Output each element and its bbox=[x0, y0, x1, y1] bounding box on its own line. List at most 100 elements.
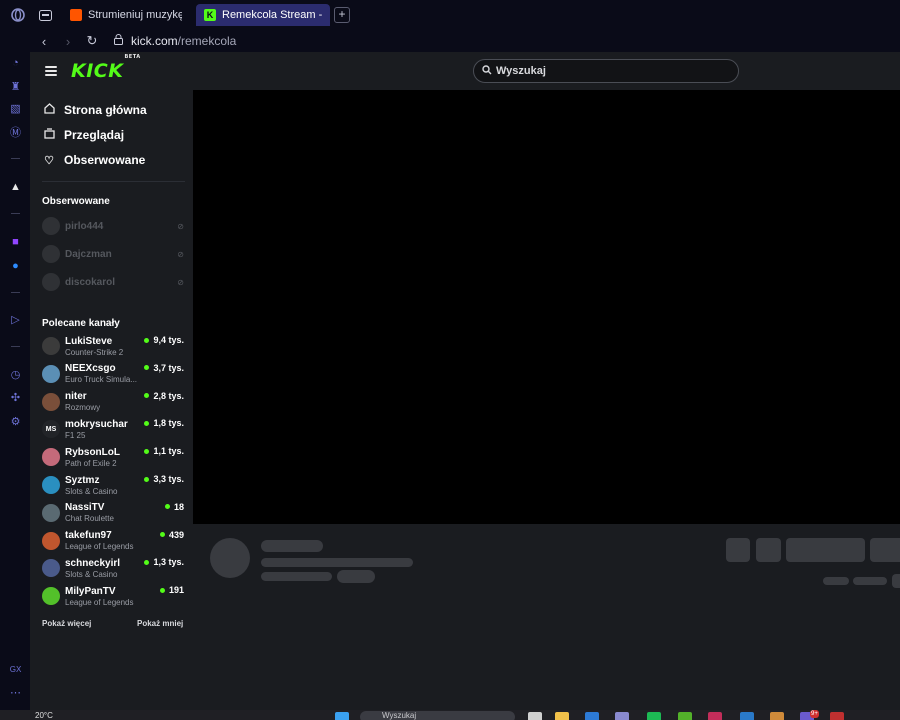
live-dot-icon bbox=[159, 587, 165, 593]
gx-corner-icon[interactable]: ▧ bbox=[8, 101, 23, 116]
task-view-icon[interactable] bbox=[528, 712, 542, 720]
edge-icon[interactable] bbox=[585, 712, 599, 720]
heart-icon: ♡ bbox=[44, 154, 54, 167]
app-icon[interactable] bbox=[615, 712, 629, 720]
avatar bbox=[42, 245, 60, 263]
tab-soundcloud[interactable]: Strumieniuj muzykę artyst bbox=[62, 4, 190, 26]
recommended-channel[interactable]: niter Rozmowy 2,8 tys. bbox=[42, 390, 184, 414]
channel-name: RybsonLoL bbox=[65, 446, 120, 458]
recommended-channel[interactable]: MilyPanTV League of Legends 191 bbox=[42, 584, 184, 608]
history-icon[interactable]: ◷ bbox=[8, 367, 23, 382]
skeleton-line bbox=[853, 577, 887, 585]
recommended-channel[interactable]: Syztmz Slots & Casino 3,3 tys. bbox=[42, 473, 184, 497]
twitch-icon[interactable]: ■ bbox=[8, 234, 23, 249]
nav-browse[interactable]: Przeglądaj bbox=[42, 125, 187, 145]
recommended-channel[interactable]: NassiTV Chat Roulette 18 bbox=[42, 501, 184, 525]
viewer-count: 1,1 tys. bbox=[144, 446, 184, 456]
sidebar-divider bbox=[42, 181, 185, 182]
viewer-count: 439 bbox=[159, 529, 184, 540]
channel-category: Slots & Casino bbox=[65, 486, 118, 496]
sidebar-divider bbox=[11, 213, 20, 214]
viewer-count-text: 3,7 tys. bbox=[153, 362, 184, 373]
nav-following[interactable]: ♡ Obserwowane bbox=[42, 150, 187, 170]
channel-category: Rozmowy bbox=[65, 403, 101, 413]
back-button[interactable]: ‹ bbox=[34, 34, 54, 49]
kick-logo[interactable]: KICKBETA bbox=[71, 54, 141, 82]
followed-channel[interactable]: pirlo444 ⊘ bbox=[42, 216, 184, 236]
live-dot-icon bbox=[144, 393, 150, 399]
recommended-channel[interactable]: RybsonLoL Path of Exile 2 1,1 tys. bbox=[42, 445, 184, 469]
forward-button[interactable]: › bbox=[58, 34, 78, 49]
spotify-icon[interactable] bbox=[647, 712, 661, 720]
show-less-button[interactable]: Pokaż mniej bbox=[137, 619, 183, 628]
browse-icon bbox=[42, 128, 56, 142]
settings-gear-icon[interactable]: ⚙ bbox=[8, 414, 23, 429]
skeleton-line bbox=[261, 558, 413, 567]
avatar bbox=[42, 559, 60, 578]
app-icon[interactable] bbox=[740, 712, 754, 720]
opera-gx-logo-icon[interactable] bbox=[9, 6, 27, 24]
url-field[interactable]: kick.com/remekcola bbox=[114, 34, 236, 48]
app-icon[interactable] bbox=[678, 712, 692, 720]
live-dot-icon bbox=[164, 504, 170, 510]
gx-mods-icon[interactable]: Ⓜ bbox=[8, 124, 23, 139]
app-icon[interactable] bbox=[770, 712, 784, 720]
player-icon[interactable]: ▷ bbox=[8, 312, 23, 327]
opera-gx-taskbar-icon[interactable] bbox=[708, 712, 722, 720]
viewer-count-text: 3,3 tys. bbox=[153, 474, 184, 484]
skeleton-line bbox=[261, 572, 332, 581]
viewer-count: 18 bbox=[164, 502, 184, 512]
avatar: MS bbox=[42, 420, 60, 439]
viewer-count-text: 191 bbox=[168, 585, 184, 596]
sidebar-divider bbox=[11, 158, 20, 159]
more-dots-icon[interactable]: ⋯ bbox=[8, 685, 23, 700]
channel-name: pirlo444 bbox=[65, 220, 104, 232]
skeleton-button bbox=[786, 538, 865, 562]
channel-category: League of Legends bbox=[65, 542, 134, 552]
viewer-count: 3,7 tys. bbox=[144, 363, 184, 373]
bot-icon[interactable]: ♜ bbox=[8, 79, 23, 94]
new-tab-button[interactable]: + bbox=[334, 7, 350, 23]
skeleton-button bbox=[726, 538, 750, 562]
avatar bbox=[42, 392, 60, 411]
taskbar-search-text: Wyszukaj bbox=[382, 711, 417, 720]
menu-hamburger-icon[interactable] bbox=[45, 66, 57, 76]
recommended-channel[interactable]: LukiSteve Counter-Strike 2 9,4 tys. bbox=[42, 334, 184, 358]
followed-channel[interactable]: Dajczman ⊘ bbox=[42, 244, 184, 264]
kick-app-icon[interactable]: ▲ bbox=[8, 179, 23, 194]
windows-start-icon[interactable] bbox=[335, 712, 349, 720]
file-explorer-icon[interactable] bbox=[555, 712, 569, 720]
channel-info: MilyPanTV League of Legends bbox=[65, 586, 160, 607]
nav-label: Przeglądaj bbox=[64, 128, 125, 142]
browser-sidebar: ◔ ♜ ▧ Ⓜ ▲ ■ ● ▷ ◷ ✣ ⚙ GX ⋯ bbox=[0, 30, 30, 710]
speed-dial-icon[interactable]: ◔ bbox=[8, 55, 23, 70]
app-icon[interactable] bbox=[830, 712, 844, 720]
recommended-channel[interactable]: schneckyirl Slots & Casino 1,3 tys. bbox=[42, 556, 184, 580]
taskbar-search-input[interactable]: Wyszukaj bbox=[360, 711, 515, 720]
skeleton-pill bbox=[337, 570, 375, 583]
tab-kick-active[interactable]: K Remekcola Stream - Watc bbox=[196, 4, 330, 26]
show-more-button[interactable]: Pokaż więcej bbox=[42, 619, 91, 628]
reload-button[interactable]: ↻ bbox=[82, 33, 102, 49]
channel-info: niter Rozmowy bbox=[65, 391, 144, 412]
messenger-icon[interactable]: ● bbox=[8, 258, 23, 273]
viewer-count: 191 bbox=[159, 585, 184, 596]
tab-label: Strumieniuj muzykę artyst bbox=[88, 9, 182, 21]
recommended-channel[interactable]: takefun97 League of Legends 439 bbox=[42, 529, 184, 553]
gx-badge-icon[interactable]: GX bbox=[8, 662, 23, 677]
channel-name: niter bbox=[65, 391, 87, 403]
channel-name: NEEXcsgo bbox=[65, 363, 116, 375]
recommended-channel[interactable]: NEEXcsgo Euro Truck Simula... 3,7 tys. bbox=[42, 362, 184, 386]
channel-name: Dajczman bbox=[65, 248, 112, 260]
channel-name: NassiTV bbox=[65, 502, 105, 514]
channel-name: schneckyirl bbox=[65, 557, 121, 569]
live-dot-icon bbox=[144, 365, 150, 371]
search-input[interactable]: Wyszukaj bbox=[473, 59, 739, 83]
followed-channel[interactable]: discokarol ⊘ bbox=[42, 272, 184, 292]
extensions-icon[interactable]: ✣ bbox=[8, 390, 23, 405]
nav-home[interactable]: Strona główna bbox=[42, 100, 187, 120]
viewer-count-text: 439 bbox=[168, 529, 184, 540]
recommended-channel[interactable]: MS mokrysuchar F1 25 1,8 tys. bbox=[42, 417, 184, 441]
tab-island-icon[interactable] bbox=[36, 6, 54, 24]
video-player[interactable] bbox=[193, 90, 900, 524]
